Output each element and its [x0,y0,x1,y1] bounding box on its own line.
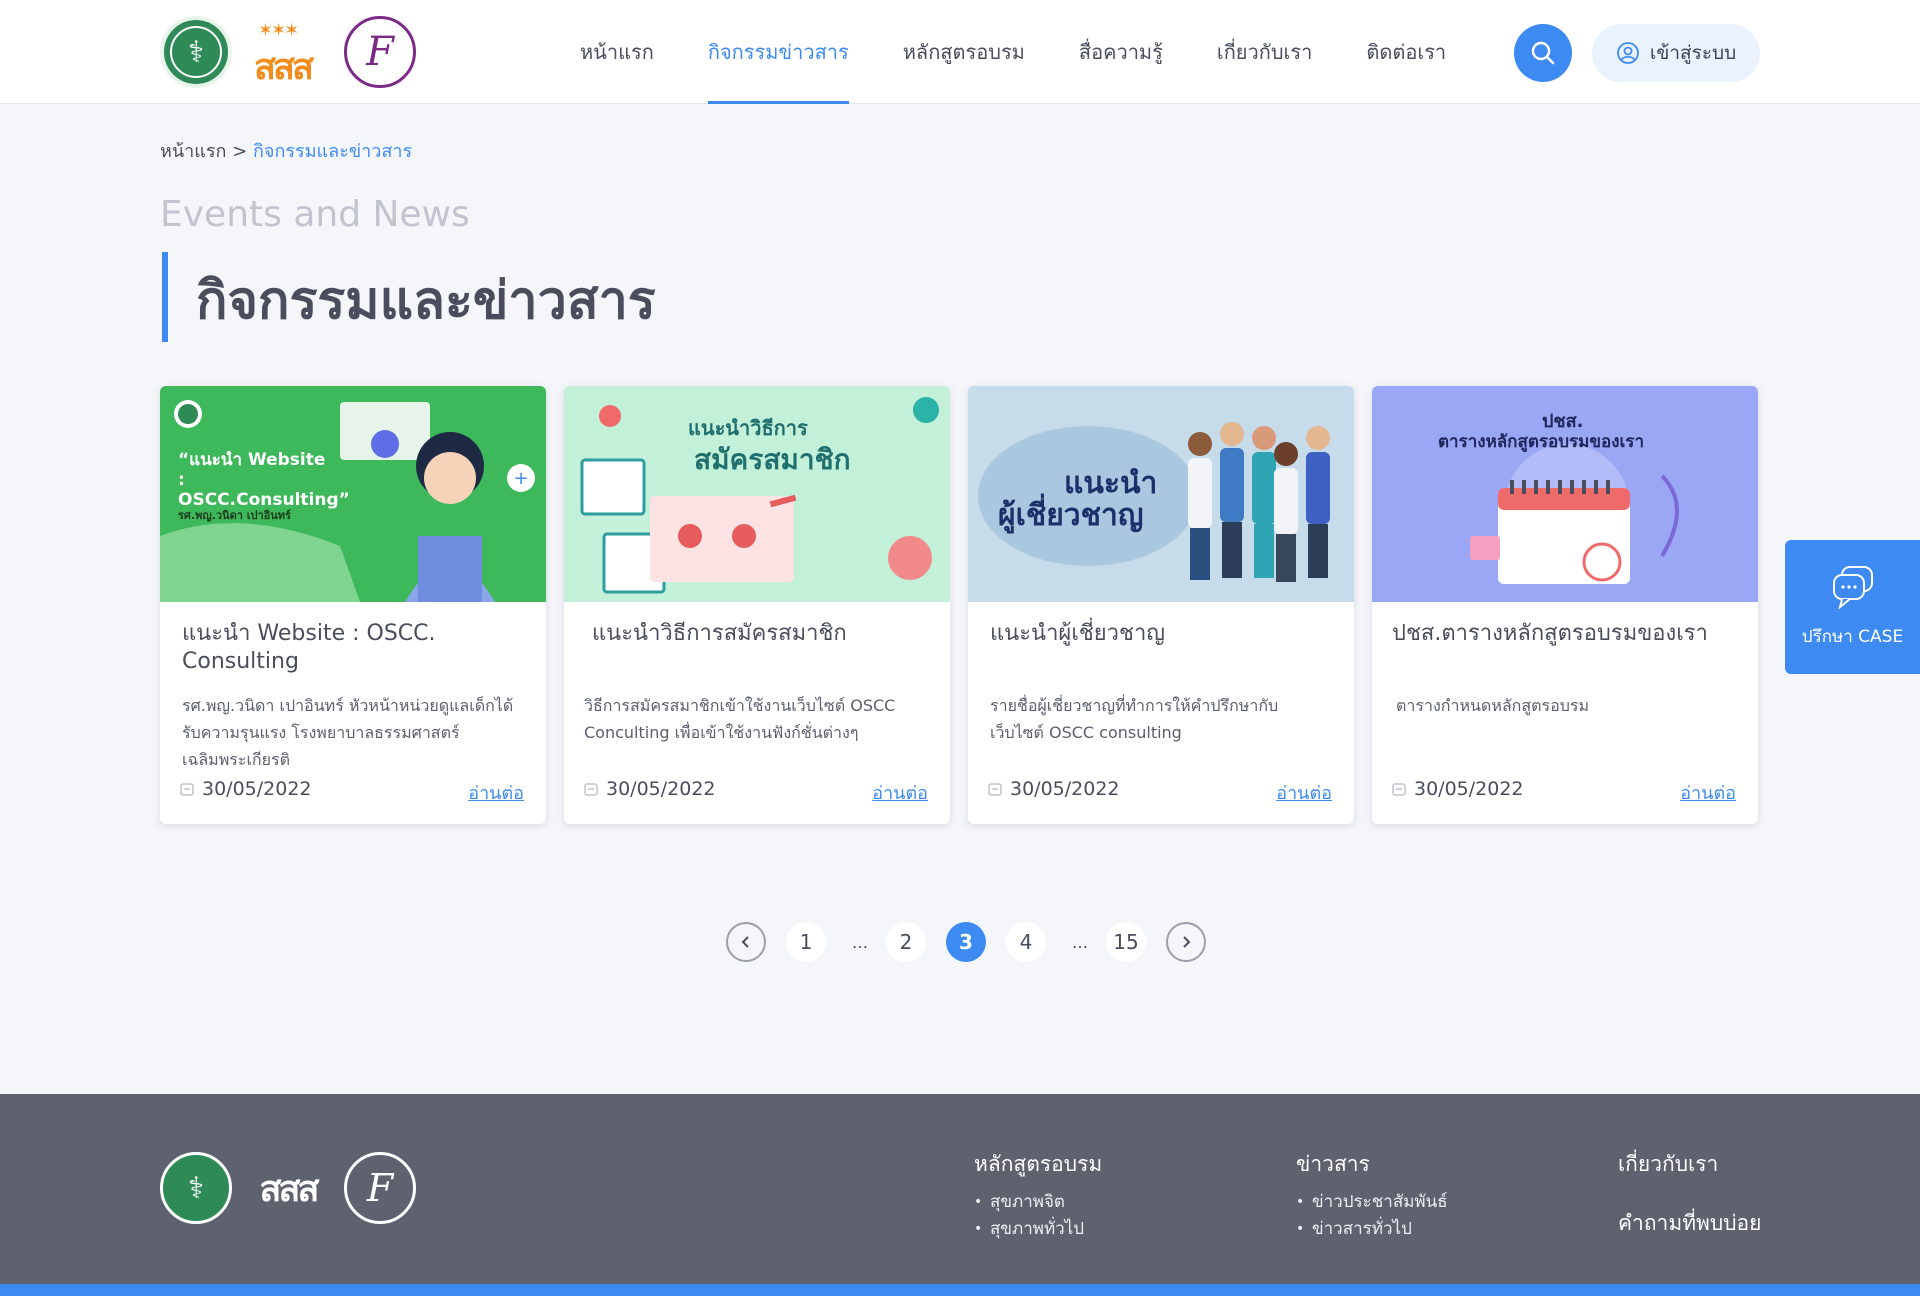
news-card[interactable]: แนะนำ ผู้เชี่ยวชาญ แนะนำผู้เชี่ยวชาญ ราย… [968,386,1354,824]
page-button[interactable]: 2 [886,922,926,962]
news-card-title[interactable]: แนะนำวิธีการสมัครสมาชิก [592,620,930,648]
news-card-title[interactable]: แนะนำ Website : OSCC. Consulting [182,620,526,676]
footer-faq-title[interactable]: คำถามที่พบบ่อย [1618,1207,1761,1240]
page-title: กิจกรรมและข่าวสาร [196,271,656,331]
breadcrumb-home[interactable]: หน้าแรก [160,141,226,162]
chevron-right-icon [1183,936,1191,948]
breadcrumb: หน้าแรก > กิจกรรมและข่าวสาร [160,136,412,165]
news-card-date: 30/05/2022 [584,778,716,800]
thaihealth-logo-text: สสส [254,47,314,88]
site-header: ⚕ ✶✶✶ สสส F หน้าแรก กิจกรรมข่าวสาร หลักส… [0,0,1920,104]
page-ellipsis: … [852,932,868,952]
footer-news-column: ข่าวสาร ข่าวประชาสัมพันธ์ ข่าวสารทั่วไป [1296,1148,1448,1243]
footer-courses-title[interactable]: หลักสูตรอบรม [974,1148,1102,1181]
news-card-description: รายชื่อผู้เชี่ยวชาญที่ทำการให้คำปรึกษากั… [990,696,1279,742]
site-footer: ⚕ สสส F หลักสูตรอบรม สุขภาพจิต สุขภาพทั่… [0,1094,1920,1296]
image-subtitle: รศ.พญ.วนิดา เปาอินทร์ [178,509,291,522]
footer-about-title[interactable]: เกี่ยวกับเรา [1618,1148,1761,1181]
news-card-date-text: 30/05/2022 [606,778,716,800]
login-button[interactable]: เข้าสู่ระบบ [1592,24,1760,82]
news-card-date: 30/05/2022 [1392,778,1524,800]
nav-contact[interactable]: ติดต่อเรา [1346,0,1466,104]
nav-news[interactable]: กิจกรรมข่าวสาร [688,0,869,104]
pagination: 1 … 2 3 4 … 15 [726,922,1226,962]
news-card-description: รศ.พญ.วนิดา เปาอินทร์ หัวหน้าหน่วยดูแลเด… [182,696,514,769]
news-card-image[interactable]: แนะนำวิธีการ สมัครสมาชิก [564,386,950,602]
page-subtitle: Events and News [160,194,470,235]
footer-courses-column: หลักสูตรอบรม สุขภาพจิต สุขภาพทั่วไป [974,1148,1102,1243]
news-card[interactable]: แนะนำวิธีการ สมัครสมาชิก แนะนำวิธีการสมั… [564,386,950,824]
news-card-title[interactable]: แนะนำผู้เชี่ยวชาญ [990,620,1334,648]
footer-link[interactable]: สุขภาพทั่วไป [974,1216,1102,1243]
login-label: เข้าสู่ระบบ [1649,42,1737,64]
chat-bubble-icon [1832,565,1873,609]
main-nav: หน้าแรก กิจกรรมข่าวสาร หลักสูตรอบรม สื่อ… [560,0,1480,104]
footer-ministry-logo[interactable]: ⚕ [160,1152,232,1224]
nav-media[interactable]: สื่อความรู้ [1059,0,1183,104]
news-card-title[interactable]: ปชส.ตารางหลักสูตรอบรมของเรา [1392,620,1738,648]
footer-link[interactable]: ข่าวสารทั่วไป [1296,1216,1448,1243]
page-ellipsis: … [1072,932,1088,952]
footer-logos: ⚕ สสส F [160,1152,416,1224]
page-button[interactable]: 1 [786,922,826,962]
breadcrumb-separator: > [232,141,248,162]
news-card-image[interactable]: ปชส. ตารางหลักสูตรอบรมของเรา [1372,386,1758,602]
consult-case-button[interactable]: ปรึกษา CASE [1785,540,1920,674]
news-card-date: 30/05/2022 [180,778,312,800]
read-more-link[interactable]: อ่านต่อ [468,778,524,807]
image-subtitle: สมัครสมาชิก [694,443,851,476]
news-card[interactable]: + “แนะนำ Website : OSCC.Consulting” รศ.พ… [160,386,546,824]
page-button[interactable]: 4 [1006,922,1046,962]
news-card-image[interactable]: แนะนำ ผู้เชี่ยวชาญ [968,386,1354,602]
svg-text:+: + [513,468,528,489]
news-card-date-text: 30/05/2022 [202,778,312,800]
search-button[interactable] [1514,24,1572,82]
read-more-link[interactable]: อ่านต่อ [1276,778,1332,807]
footer-thaihealth-logo[interactable]: สสส [252,1152,324,1224]
search-icon [1531,41,1555,65]
footer-face-logo[interactable]: F [344,1152,416,1224]
header-logos: ⚕ ✶✶✶ สสส F [160,16,416,88]
read-more-link[interactable]: อ่านต่อ [1680,778,1736,807]
nav-about[interactable]: เกี่ยวกับเรา [1197,0,1333,104]
news-card-date-text: 30/05/2022 [1414,778,1524,800]
footer-link[interactable]: สุขภาพจิต [974,1189,1102,1216]
news-card-date-text: 30/05/2022 [1010,778,1120,800]
news-card-image[interactable]: + “แนะนำ Website : OSCC.Consulting” รศ.พ… [160,386,546,602]
footer-link[interactable]: ข่าวประชาสัมพันธ์ [1296,1189,1448,1216]
news-card[interactable]: ปชส. ตารางหลักสูตรอบรมของเรา ปชส.ตารางหล… [1372,386,1758,824]
title-accent-bar [162,252,168,342]
nav-courses[interactable]: หลักสูตรอบรม [883,0,1045,104]
news-card-list: + “แนะนำ Website : OSCC.Consulting” รศ.พ… [160,386,1758,824]
consult-label: ปรึกษา CASE [1801,626,1904,647]
calendar-icon [988,783,1002,796]
news-card-description: วิธีการสมัครสมาชิกเข้าใช้งานเว็บไซต์ OSC… [584,696,896,742]
user-icon [1616,42,1639,64]
image-title: “แนะนำ Website : OSCC.Consulting” [178,450,350,510]
news-card-description: ตารางกำหนดหลักสูตรอบรม [1396,696,1590,715]
calendar-icon [584,783,598,796]
thaihealth-logo[interactable]: ✶✶✶ สสส [252,16,324,88]
chevron-left-icon [741,936,749,948]
footer-about-column: เกี่ยวกับเรา คำถามที่พบบ่อย [1618,1148,1761,1248]
ministry-logo[interactable]: ⚕ [160,16,232,88]
prev-page-button[interactable] [726,922,766,962]
face-foundation-logo[interactable]: F [344,16,416,88]
next-page-button[interactable] [1166,922,1206,962]
footer-accent-bar [0,1284,1920,1296]
page-button-current[interactable]: 3 [946,922,986,962]
image-subtitle: ตารางหลักสูตรอบรมของเรา [1438,432,1644,452]
calendar-icon [180,783,194,796]
image-subtitle: ผู้เชี่ยวชาญ [998,498,1144,533]
read-more-link[interactable]: อ่านต่อ [872,778,928,807]
page-button[interactable]: 15 [1106,922,1146,962]
nav-home[interactable]: หน้าแรก [560,0,674,104]
breadcrumb-current[interactable]: กิจกรรมและข่าวสาร [253,141,412,162]
footer-news-title[interactable]: ข่าวสาร [1296,1148,1448,1181]
calendar-icon [1392,783,1406,796]
news-card-date: 30/05/2022 [988,778,1120,800]
